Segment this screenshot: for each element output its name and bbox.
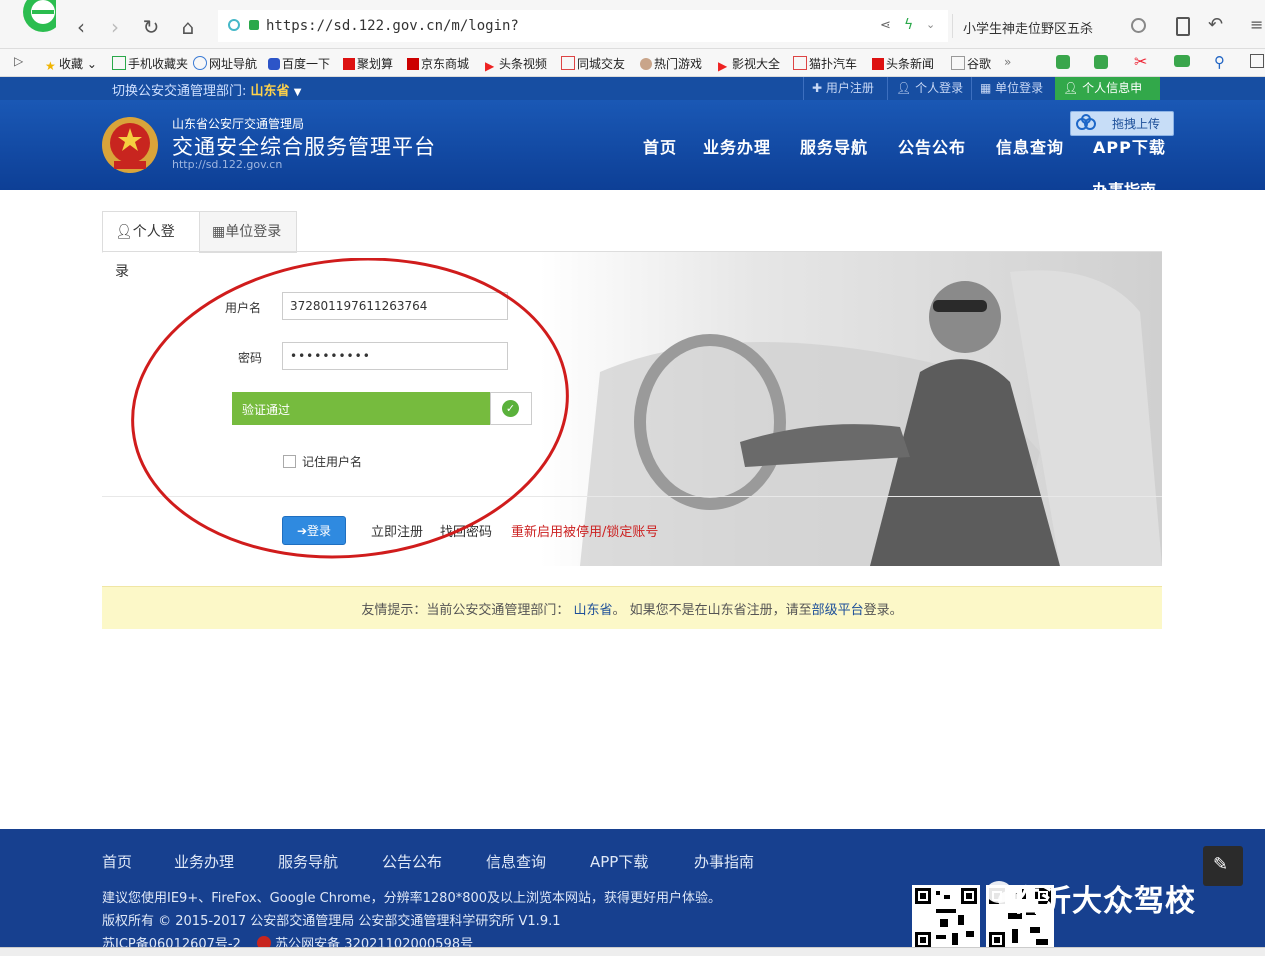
bookmark-item[interactable]: 聚划算	[343, 55, 393, 72]
bookmark-item[interactable]: 百度一下	[268, 55, 330, 72]
jd-icon	[407, 58, 419, 70]
bookmark-item[interactable]: 头条新闻	[872, 55, 934, 72]
drag-upload-label: 拖拽上传	[1112, 117, 1161, 131]
baidu-icon	[268, 58, 280, 70]
play-icon: ▶	[485, 59, 495, 73]
appeal-button[interactable]: 👤︎ 个人信息申诉	[1055, 77, 1160, 118]
department-switcher[interactable]: 切换公安交通管理部门: 山东省 ▼	[112, 80, 301, 99]
nav-guide[interactable]: 办事指南	[1092, 177, 1156, 190]
game-icon[interactable]	[1174, 55, 1190, 67]
toutiao-icon	[872, 58, 884, 70]
mop-icon	[793, 56, 807, 70]
sidebar-toggle-icon[interactable]: ▷	[14, 54, 23, 68]
bookmark-item[interactable]: 手机收藏夹	[112, 55, 188, 72]
unit-login-link[interactable]: ▦ 单位登录	[971, 77, 1051, 100]
bookmark-item[interactable]: ▶ 头条视频	[485, 55, 547, 73]
nav-app-download[interactable]: APP下载	[1093, 134, 1166, 158]
user-icon: 👤︎	[115, 224, 133, 240]
notice-province: 山东省	[573, 603, 613, 618]
footer-nav-guide[interactable]: 办事指南	[694, 851, 754, 872]
nav-info-query[interactable]: 信息查询	[996, 134, 1064, 158]
browser-tip: 建议您使用IE9+、FireFox、Google Chrome，分辨率1280*…	[102, 891, 722, 906]
play-icon: ▶	[718, 59, 728, 73]
browser-logo-icon	[23, 0, 56, 32]
undo-icon[interactable]: ↶	[1208, 14, 1223, 35]
menu-icon[interactable]: ≡	[1250, 15, 1263, 34]
extension-icon[interactable]	[1056, 55, 1070, 69]
personal-login-link[interactable]: 👤︎ 个人登录	[887, 77, 971, 100]
bookmark-item[interactable]: 同城交友	[561, 55, 625, 72]
footer-nav-announcements[interactable]: 公告公布	[382, 851, 442, 872]
cloud-upload-icon	[1076, 114, 1096, 130]
bookmark-item[interactable]: 猫扑汽车	[793, 55, 857, 72]
lightning-icon[interactable]: ϟ	[904, 17, 913, 33]
footer-nav-info-query[interactable]: 信息查询	[486, 851, 546, 872]
annotation-ellipse	[131, 258, 569, 559]
footer-nav-service-guide[interactable]: 服务导航	[278, 851, 338, 872]
ministry-platform-link[interactable]: 部级平台	[812, 603, 864, 618]
bookmark-item[interactable]: 热门游戏	[640, 55, 702, 72]
register-link[interactable]: ✚ 用户注册	[803, 77, 882, 100]
forward-icon[interactable]: ›	[102, 14, 128, 40]
globe-icon	[193, 56, 207, 70]
bookmark-item[interactable]: 谷歌	[951, 55, 991, 72]
phone-icon	[112, 56, 126, 70]
star-icon: ★	[45, 59, 56, 73]
juhuasuan-icon	[343, 58, 355, 70]
province-name: 山东省	[250, 84, 290, 99]
lock-icon	[249, 20, 259, 30]
extension-icon[interactable]	[1094, 55, 1108, 69]
copyright: 版权所有 © 2015-2017 公安部交通管理局 公安部交通管理科学研究所 V…	[102, 914, 561, 929]
tab-unit-login[interactable]: ▦单位登录	[199, 211, 297, 253]
bookmark-bar	[0, 49, 1265, 77]
bookmark-item[interactable]: 网址导航	[193, 55, 257, 72]
toolbar-divider	[952, 14, 953, 38]
footer-nav-home[interactable]: 首页	[102, 851, 132, 872]
org-subtitle: 山东省公安厅交通管理局	[172, 117, 305, 131]
page-icon	[951, 56, 965, 70]
more-bookmarks-button[interactable]: »	[1004, 55, 1011, 69]
url-text[interactable]: https://sd.122.gov.cn/m/login?	[266, 18, 519, 34]
notice-text: 友情提示：当前公安交通管理部门： 山东省。 如果您不是在山东省注册，请至部级平台…	[361, 603, 903, 618]
chevron-down-icon[interactable]: ⌄	[926, 18, 935, 31]
footer-nav-business[interactable]: 业务办理	[174, 851, 234, 872]
nav-announcements[interactable]: 公告公布	[898, 134, 966, 158]
qr-code-icon	[912, 885, 980, 951]
nav-business[interactable]: 业务办理	[703, 134, 771, 158]
bookmark-item[interactable]: ★ 收藏 ⌄	[45, 55, 97, 73]
edit-icon: ✎	[1213, 854, 1229, 875]
home-icon[interactable]: ⌂	[175, 14, 201, 40]
watermark-text: 临沂大众驾校	[1010, 884, 1196, 919]
search-input[interactable]: 小学生神走位野区五杀	[963, 18, 1093, 37]
search-icon[interactable]	[1131, 18, 1146, 33]
magnifier-icon[interactable]: ⚲	[1214, 53, 1225, 71]
nav-service-guide[interactable]: 服务导航	[800, 134, 868, 158]
footer-nav-app-download[interactable]: APP下载	[590, 851, 648, 872]
caret-down-icon: ▼	[293, 87, 302, 98]
screenshot-icon[interactable]: ✂	[1134, 52, 1147, 71]
reload-icon[interactable]: ↻	[138, 14, 164, 40]
national-emblem-icon	[102, 117, 158, 173]
bookmark-item[interactable]: ▶ 影视大全	[718, 55, 780, 73]
device-icon[interactable]	[1176, 17, 1190, 36]
building-icon: ▦	[212, 224, 226, 240]
tongcheng-icon	[561, 56, 575, 70]
driver-background-image	[540, 252, 1162, 566]
nav-home[interactable]: 首页	[643, 134, 677, 158]
tab-personal-login[interactable]: 👤︎个人登录	[102, 211, 200, 280]
back-icon[interactable]: ‹	[68, 14, 94, 40]
bookmark-item[interactable]: 京东商城	[407, 55, 469, 72]
site-info-icon[interactable]	[228, 19, 240, 31]
grid-icon[interactable]	[1250, 54, 1264, 68]
site-title: 交通安全综合服务管理平台	[172, 135, 436, 159]
avatar-icon	[640, 58, 652, 70]
site-url: http://sd.122.gov.cn	[172, 158, 283, 171]
share-icon[interactable]: ⋖	[880, 18, 891, 33]
